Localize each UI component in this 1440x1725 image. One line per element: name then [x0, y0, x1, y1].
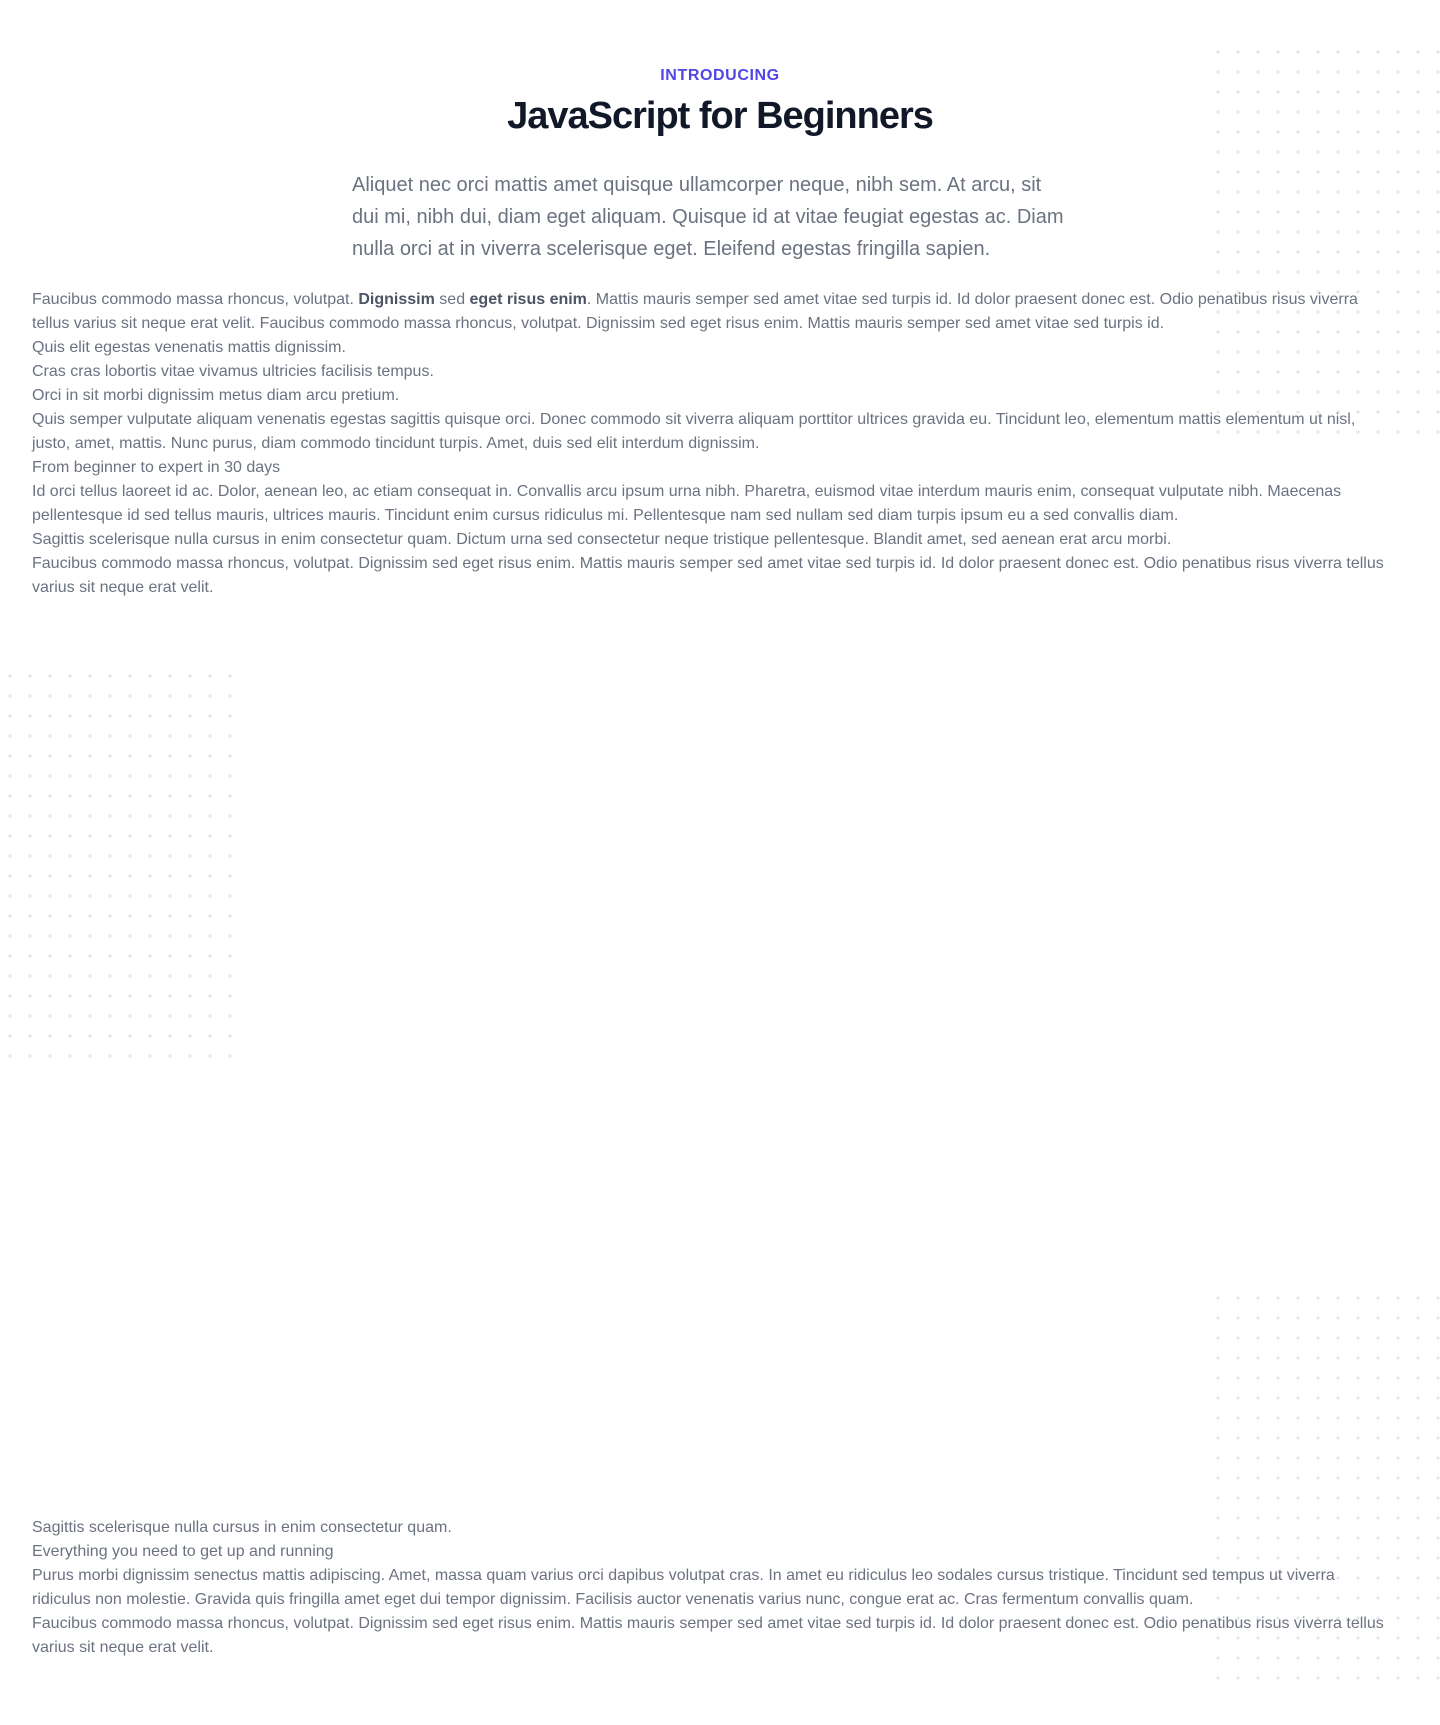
text-run: Faucibus commodo massa rhoncus, volutpat…	[32, 291, 359, 308]
body-line: Quis elit egestas venenatis mattis digni…	[32, 339, 346, 356]
body-paragraph: Purus morbi dignissim senectus mattis ad…	[32, 1567, 1335, 1608]
text-run: sed	[434, 291, 470, 308]
eyebrow-label: INTRODUCING	[660, 67, 780, 84]
body-paragraph: Faucibus commodo massa rhoncus, volutpat…	[32, 1615, 1384, 1656]
bold-text: Dignissim	[358, 291, 435, 308]
body-line: Sagittis scelerisque nulla cursus in eni…	[32, 1519, 452, 1536]
body-line: Cras cras lobortis vitae vivamus ultrici…	[32, 363, 434, 380]
body-line: Orci in sit morbi dignissim metus diam a…	[32, 387, 400, 404]
body-paragraph: Id orci tellus laoreet id ac. Dolor, aen…	[32, 483, 1342, 524]
body-subheading: Everything you need to get up and runnin…	[32, 1543, 334, 1560]
lead-paragraph: Aliquet nec orci mattis amet quisque ull…	[352, 174, 1064, 260]
dot-pattern-middle-left	[0, 666, 232, 1058]
body-paragraph: Faucibus commodo massa rhoncus, volutpat…	[32, 288, 1392, 336]
article-body-top: Faucibus commodo massa rhoncus, volutpat…	[32, 288, 1392, 600]
body-subheading: From beginner to expert in 30 days	[32, 459, 281, 476]
body-paragraph: Sagittis scelerisque nulla cursus in eni…	[32, 531, 1172, 548]
body-paragraph: Quis semper vulputate aliquam venenatis …	[32, 411, 1356, 452]
body-paragraph: Faucibus commodo massa rhoncus, volutpat…	[32, 555, 1384, 596]
article-body-bottom: Sagittis scelerisque nulla cursus in eni…	[32, 1516, 1392, 1660]
bold-text: eget risus enim	[469, 291, 587, 308]
page-title: JavaScript for Beginners	[507, 95, 934, 137]
